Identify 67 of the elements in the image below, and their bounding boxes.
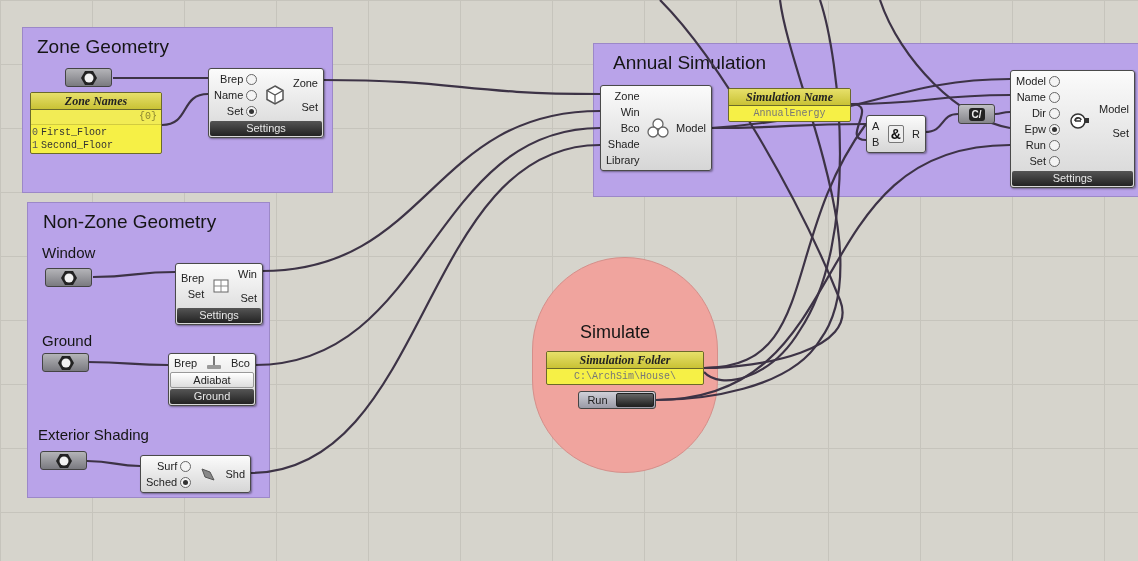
- parameter-symbol: C/: [968, 107, 985, 121]
- input-label: Brep: [220, 72, 244, 87]
- ampersand-symbol: &: [887, 125, 904, 143]
- bubble-title: Simulate: [580, 321, 651, 343]
- input-label: Set: [1029, 154, 1046, 169]
- settings-bar[interactable]: Ground: [170, 389, 254, 404]
- text-panel[interactable]: Simulation Name AnnualEnergy: [728, 88, 851, 122]
- component-node[interactable]: A B & R: [866, 115, 926, 153]
- input-label: Model: [1016, 74, 1046, 89]
- input-label: Sched: [146, 475, 178, 490]
- panel-text: C:\ArchSim\House\: [574, 370, 676, 383]
- item-index: 0: [31, 126, 39, 139]
- group-title: Zone Geometry: [37, 36, 169, 58]
- section-label: Ground: [42, 332, 93, 350]
- input-label: Epw: [1024, 122, 1046, 137]
- output-label: Model: [1099, 102, 1129, 117]
- section-label: Window: [42, 244, 96, 262]
- output-label: Model: [676, 121, 706, 136]
- input-label: B: [872, 135, 880, 150]
- text-parameter[interactable]: C/: [958, 104, 995, 124]
- output-label: Win: [238, 267, 257, 282]
- settings-bar[interactable]: Settings: [1012, 171, 1133, 186]
- panel-title: Simulation Folder: [547, 352, 703, 369]
- output-label: Bco: [231, 356, 250, 371]
- input-label: Brep: [181, 271, 205, 286]
- output-label: Set: [1112, 126, 1129, 141]
- component-node[interactable]: Brep Set Win Set Settings: [175, 263, 263, 325]
- panel-text: Second_Floor: [41, 139, 113, 152]
- input-label: Surf: [157, 459, 178, 474]
- output-label: R: [912, 127, 920, 142]
- output-label: Set: [301, 100, 318, 115]
- group-title: Non-Zone Geometry: [43, 211, 217, 233]
- settings-bar[interactable]: Settings: [177, 308, 261, 323]
- input-label: Set: [226, 104, 244, 119]
- input-label: Library: [606, 153, 640, 168]
- toggle-label: Run: [586, 393, 609, 408]
- text-panel[interactable]: Simulation Folder C:\ArchSim\House\: [546, 351, 704, 385]
- settings-bar[interactable]: Settings: [210, 121, 322, 136]
- input-label: Brep: [174, 356, 198, 371]
- component-node[interactable]: Model Name Dir Epw Run Set Model Set Settings: [1010, 70, 1135, 188]
- input-label: Win: [620, 105, 640, 120]
- branch-path: {0}: [31, 110, 161, 125]
- component-node[interactable]: Surf Sched Shd: [140, 455, 251, 493]
- option-button[interactable]: Adiabat: [170, 372, 254, 388]
- input-label: Dir: [1031, 106, 1046, 121]
- panel-title: Zone Names: [31, 93, 161, 110]
- text-panel[interactable]: Zone Names {0} 0 First_Floor 1 Second_Floor: [30, 92, 162, 154]
- output-label: Shd: [225, 467, 245, 482]
- panel-text: First_Floor: [41, 126, 107, 139]
- input-label: Shade: [607, 137, 640, 152]
- input-label: Name: [214, 88, 244, 103]
- panel-text: AnnualEnergy: [753, 107, 826, 120]
- input-label: A: [872, 119, 880, 134]
- panel-title: Simulation Name: [729, 89, 850, 106]
- output-label: Set: [240, 291, 257, 306]
- input-label: Set: [187, 287, 205, 302]
- input-label: Zone: [614, 89, 640, 104]
- input-label: Run: [1025, 138, 1046, 153]
- component-node[interactable]: Brep Name Set Zone Set Settings: [208, 68, 324, 138]
- component-node[interactable]: Brep Bco Adiabat Ground: [168, 353, 256, 406]
- component-node[interactable]: Zone Win Bco Shade Library Model: [600, 85, 712, 171]
- item-index: 1: [31, 139, 39, 152]
- section-label: Exterior Shading: [38, 426, 149, 444]
- input-label: Name: [1016, 90, 1046, 105]
- input-label: Bco: [620, 121, 640, 136]
- output-label: Zone: [292, 76, 318, 91]
- boolean-toggle[interactable]: Run: [578, 391, 656, 409]
